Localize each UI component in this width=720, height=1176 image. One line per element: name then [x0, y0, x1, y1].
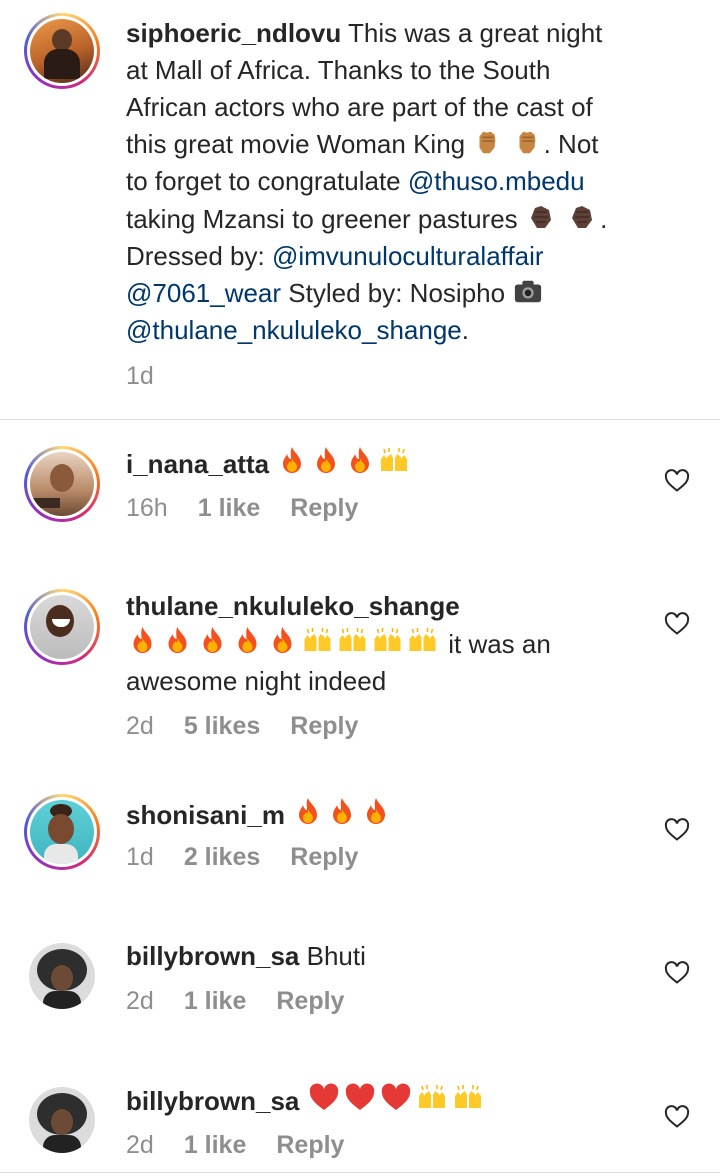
- raising-hands-emoji: [371, 625, 404, 657]
- commenter-avatar[interactable]: [24, 794, 100, 870]
- fire-emoji: [276, 445, 308, 477]
- caption-line: Styled by: Nosipho: [281, 278, 513, 308]
- commenter-avatar[interactable]: [29, 943, 95, 1009]
- caption-line: this great movie Woman King: [126, 129, 466, 159]
- camera-emoji: [512, 276, 544, 306]
- fire-emoji: [292, 796, 324, 828]
- comment-body: billybrown_sa Bhuti: [126, 938, 366, 975]
- commenter-avatar[interactable]: [24, 446, 100, 522]
- comment-username[interactable]: shonisani_m: [126, 800, 285, 830]
- comment-likes[interactable]: 1 like: [184, 1131, 247, 1159]
- reply-button[interactable]: Reply: [276, 1131, 344, 1159]
- comment-likes[interactable]: 5 likes: [184, 712, 260, 740]
- comment-text: awesome night indeed: [126, 666, 387, 696]
- heart-outline-icon[interactable]: [664, 1105, 690, 1129]
- red-heart-emoji: [379, 1082, 413, 1114]
- clapping-hands-emoji: [525, 200, 557, 232]
- comment-time: 2d: [126, 987, 154, 1015]
- comment-meta: 1d 2 likes Reply: [126, 843, 388, 872]
- commenter-avatar[interactable]: [24, 589, 100, 665]
- clapping-hands-emoji: [566, 200, 598, 232]
- comment-meta: 2d 5 likes Reply: [126, 712, 388, 741]
- comment-text: Bhuti: [299, 941, 366, 971]
- comment-text: it was an: [441, 629, 551, 659]
- heart-outline-icon[interactable]: [664, 469, 690, 493]
- caption-line: Dressed by:: [126, 241, 272, 271]
- raised-fist-emoji: [472, 127, 502, 157]
- caption-meta: 1d: [126, 362, 184, 391]
- comment-time: 2d: [126, 1131, 154, 1159]
- caption-line: This was a great night: [348, 18, 603, 48]
- comment-meta: 2d 1 like Reply: [126, 987, 374, 1016]
- comment-username[interactable]: thulane_nkululeko_shange: [126, 591, 460, 621]
- mention-link[interactable]: @thuso.mbedu: [408, 166, 585, 196]
- comment-username[interactable]: billybrown_sa: [126, 941, 299, 971]
- caption-line: to forget to congratulate: [126, 166, 408, 196]
- caption-author-avatar[interactable]: [24, 13, 100, 89]
- caption-line: . Not: [543, 129, 599, 159]
- comment-body: billybrown_sa: [126, 1082, 487, 1120]
- fire-emoji: [344, 445, 376, 477]
- heart-outline-icon[interactable]: [664, 961, 690, 985]
- fire-emoji: [161, 625, 194, 657]
- comment-time: 1d: [126, 843, 154, 871]
- fire-emoji: [231, 625, 264, 657]
- comment-likes[interactable]: 2 likes: [184, 843, 260, 871]
- caption-line: taking Mzansi to greener pastures: [126, 204, 518, 234]
- comment-username[interactable]: i_nana_atta: [126, 449, 269, 479]
- caption-time: 1d: [126, 362, 154, 390]
- raising-hands-emoji: [406, 625, 439, 657]
- raising-hands-emoji: [378, 445, 410, 477]
- comment-body: shonisani_m: [126, 796, 394, 834]
- commenter-avatar[interactable]: [29, 1087, 95, 1153]
- red-heart-emoji: [343, 1082, 377, 1114]
- caption-line: African actors who are part of the cast …: [126, 92, 593, 122]
- comment-likes[interactable]: 1 like: [184, 987, 247, 1015]
- bottom-divider: [0, 1172, 720, 1173]
- heart-outline-icon[interactable]: [664, 818, 690, 842]
- reply-button[interactable]: Reply: [290, 494, 358, 522]
- comment-body: thulane_nkululeko_shange it was an aweso…: [126, 588, 686, 700]
- reply-button[interactable]: Reply: [290, 712, 358, 740]
- caption-line: at Mall of Africa. Thanks to the South: [126, 55, 551, 85]
- fire-emoji: [266, 625, 299, 657]
- red-heart-emoji: [307, 1082, 341, 1114]
- raising-hands-emoji: [301, 625, 334, 657]
- comment-meta: 2d 1 like Reply: [126, 1131, 374, 1160]
- mention-link[interactable]: @imvunuloculturalaffair: [272, 241, 544, 271]
- fire-emoji: [126, 625, 159, 657]
- comment-time: 16h: [126, 494, 168, 522]
- caption-line: .: [461, 315, 469, 345]
- reply-button[interactable]: Reply: [290, 843, 358, 871]
- fire-emoji: [196, 625, 229, 657]
- caption-username[interactable]: siphoeric_ndlovu: [126, 18, 341, 48]
- caption-text: siphoeric_ndlovu This was a great night …: [126, 15, 686, 349]
- comment-username[interactable]: billybrown_sa: [126, 1086, 299, 1116]
- fire-emoji: [310, 445, 342, 477]
- comment-time: 2d: [126, 712, 154, 740]
- raised-fist-emoji: [512, 127, 542, 157]
- reply-button[interactable]: Reply: [276, 987, 344, 1015]
- comment-meta: 16h 1 like Reply: [126, 494, 388, 523]
- heart-outline-icon[interactable]: [664, 612, 690, 636]
- fire-emoji: [326, 796, 358, 828]
- raising-hands-emoji: [451, 1082, 485, 1114]
- raising-hands-emoji: [415, 1082, 449, 1114]
- caption-divider: [0, 419, 720, 420]
- comment-body: i_nana_atta: [126, 445, 412, 483]
- fire-emoji: [360, 796, 392, 828]
- raising-hands-emoji: [336, 625, 369, 657]
- mention-link[interactable]: @7061_wear: [126, 278, 281, 308]
- caption-line: .: [600, 204, 608, 234]
- post-caption: siphoeric_ndlovu This was a great night …: [0, 0, 720, 420]
- mention-link[interactable]: @thulane_nkululeko_shange: [126, 315, 462, 345]
- comment-likes[interactable]: 1 like: [198, 494, 261, 522]
